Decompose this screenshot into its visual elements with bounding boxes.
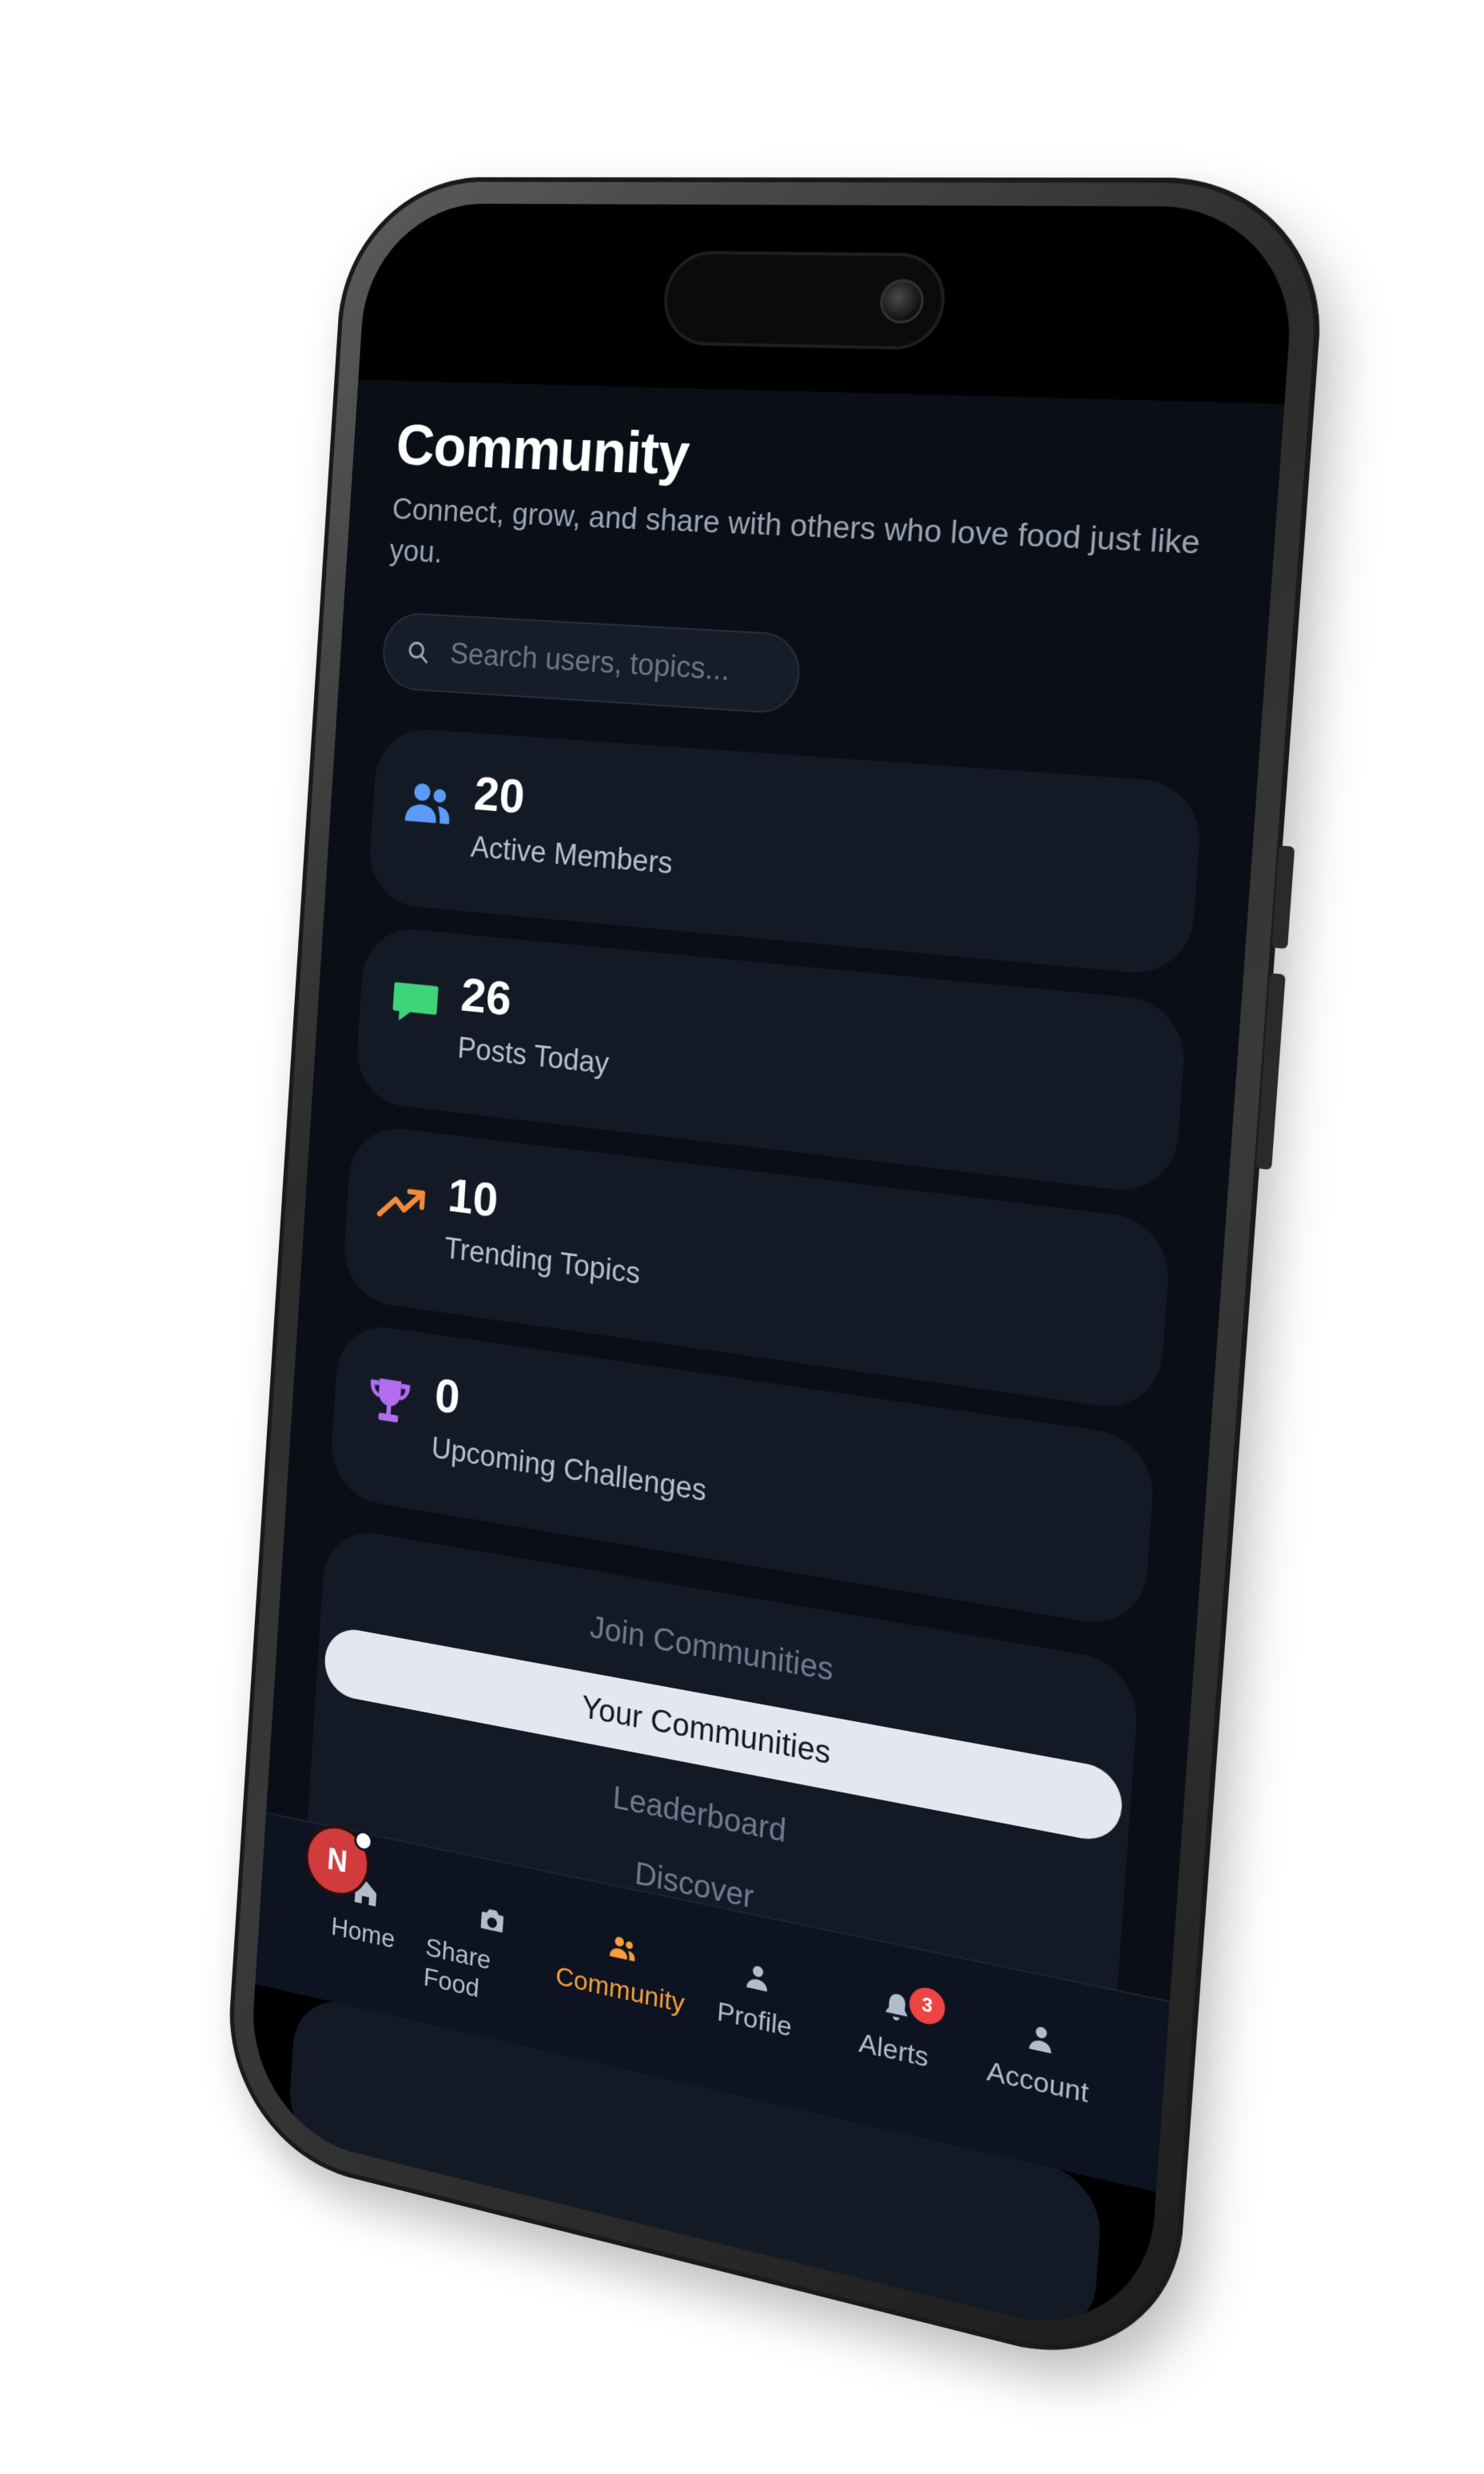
stat-label: Upcoming Challenges (430, 1431, 708, 1509)
chat-bubble-icon (392, 982, 439, 1025)
nav-alerts-label: Alerts (857, 2027, 930, 2074)
stat-value: 26 (459, 968, 513, 1027)
person-icon (746, 1965, 768, 1992)
stat-label: Trending Topics (443, 1231, 642, 1291)
avatar-initial: N (326, 1841, 349, 1879)
nav-community-label: Community (555, 1960, 686, 2019)
page-subtitle: Connect, grow, and share with others who… (388, 492, 1202, 570)
nav-profile[interactable]: Profile (686, 1947, 828, 2050)
camera-icon (480, 1907, 504, 1933)
alerts-badge: 3 (908, 1984, 946, 2028)
stat-value: 0 (433, 1368, 462, 1426)
dynamic-island (661, 250, 949, 351)
nav-share-food-label: Share Food (422, 1932, 492, 2004)
bell-icon (885, 1991, 909, 2023)
camera-lens-icon (878, 279, 925, 324)
search-input[interactable] (448, 636, 782, 692)
nav-profile-label: Profile (716, 1996, 794, 2043)
trending-up-icon (374, 1171, 430, 1234)
nav-share-food[interactable]: Share Food (423, 1891, 558, 2020)
nav-account-label: Account (985, 2055, 1090, 2110)
nav-account[interactable]: Account (964, 2007, 1116, 2115)
nav-alerts[interactable]: 3 Alerts (822, 1976, 969, 2082)
nav-home-label: Home (330, 1911, 396, 1955)
person-icon (1028, 2026, 1052, 2054)
nav-community[interactable]: Community (553, 1919, 690, 2020)
stat-value: 20 (472, 766, 527, 825)
page-title: Community (394, 412, 691, 487)
search-bar[interactable] (380, 611, 802, 715)
users-icon (609, 1935, 635, 1962)
stat-value: 10 (446, 1167, 500, 1228)
stat-label: Posts Today (456, 1032, 611, 1081)
phone-screen: Community Connect, grow, and share with … (245, 203, 1299, 2350)
trophy-icon (369, 1378, 411, 1423)
users-icon (404, 782, 451, 825)
phone-mockup: Community Connect, grow, and share with … (221, 177, 1331, 2385)
search-icon (405, 638, 431, 666)
stat-label: Active Members (469, 830, 674, 881)
